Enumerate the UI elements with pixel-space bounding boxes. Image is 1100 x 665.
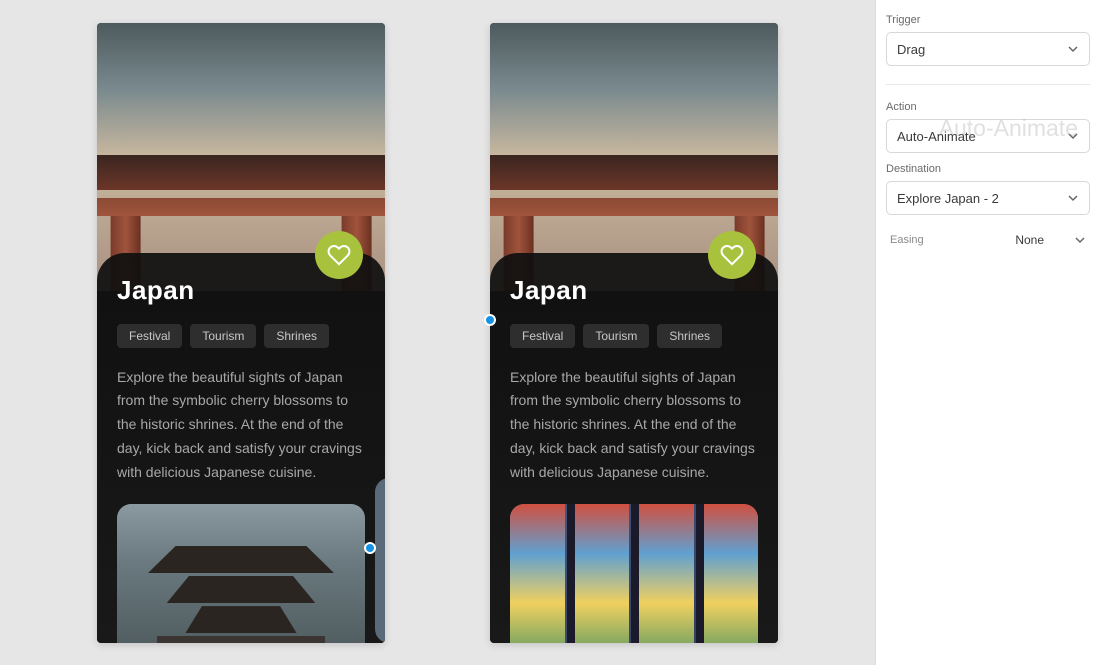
wire-end-node[interactable] xyxy=(484,314,496,326)
tag-shrines[interactable]: Shrines xyxy=(264,324,329,348)
tag-festival[interactable]: Festival xyxy=(510,324,575,348)
carousel-image-anime[interactable] xyxy=(510,504,758,642)
action-value: Auto-Animate xyxy=(897,129,976,144)
heart-icon xyxy=(327,243,351,267)
easing-value: None xyxy=(1015,233,1044,247)
favorite-button[interactable] xyxy=(708,231,756,279)
tag-tourism[interactable]: Tourism xyxy=(583,324,649,348)
action-label: Action xyxy=(886,101,1090,113)
tag-shrines[interactable]: Shrines xyxy=(657,324,722,348)
action-select[interactable]: Auto-Animate xyxy=(886,119,1090,153)
artboard-1[interactable]: Japan Festival Tourism Shrines Explore t… xyxy=(97,23,385,643)
wire-start-node[interactable] xyxy=(364,542,376,554)
trigger-value: Drag xyxy=(897,42,925,57)
inspector-panel: Auto-Animate Trigger Drag Action Auto-An… xyxy=(875,0,1100,665)
chevron-down-icon xyxy=(1067,192,1079,204)
easing-row: Easing None xyxy=(886,233,1090,247)
card-title: Japan xyxy=(510,275,758,306)
carousel-image-castle[interactable] xyxy=(117,504,365,642)
artboard-2[interactable]: Japan Festival Tourism Shrines Explore t… xyxy=(490,23,778,643)
tag-list: Festival Tourism Shrines xyxy=(510,324,758,348)
carousel-next-peek[interactable] xyxy=(375,478,385,643)
content-card: Japan Festival Tourism Shrines Explore t… xyxy=(97,253,385,643)
tag-tourism[interactable]: Tourism xyxy=(190,324,256,348)
content-card: Japan Festival Tourism Shrines Explore t… xyxy=(490,253,778,643)
card-title: Japan xyxy=(117,275,365,306)
easing-select[interactable]: None xyxy=(1015,233,1086,247)
heart-icon xyxy=(720,243,744,267)
easing-label: Easing xyxy=(890,234,924,246)
chevron-down-icon xyxy=(1074,234,1086,246)
card-body-text: Explore the beautiful sights of Japan fr… xyxy=(117,366,365,485)
destination-value: Explore Japan - 2 xyxy=(897,191,999,206)
chevron-down-icon xyxy=(1067,130,1079,142)
destination-label: Destination xyxy=(886,163,1090,175)
chevron-down-icon xyxy=(1067,43,1079,55)
favorite-button[interactable] xyxy=(315,231,363,279)
trigger-select[interactable]: Drag xyxy=(886,32,1090,66)
trigger-label: Trigger xyxy=(886,14,1090,26)
panel-divider xyxy=(886,84,1090,85)
prototype-canvas[interactable]: Japan Festival Tourism Shrines Explore t… xyxy=(0,0,875,665)
tag-festival[interactable]: Festival xyxy=(117,324,182,348)
tag-list: Festival Tourism Shrines xyxy=(117,324,365,348)
destination-select[interactable]: Explore Japan - 2 xyxy=(886,181,1090,215)
card-body-text: Explore the beautiful sights of Japan fr… xyxy=(510,366,758,485)
